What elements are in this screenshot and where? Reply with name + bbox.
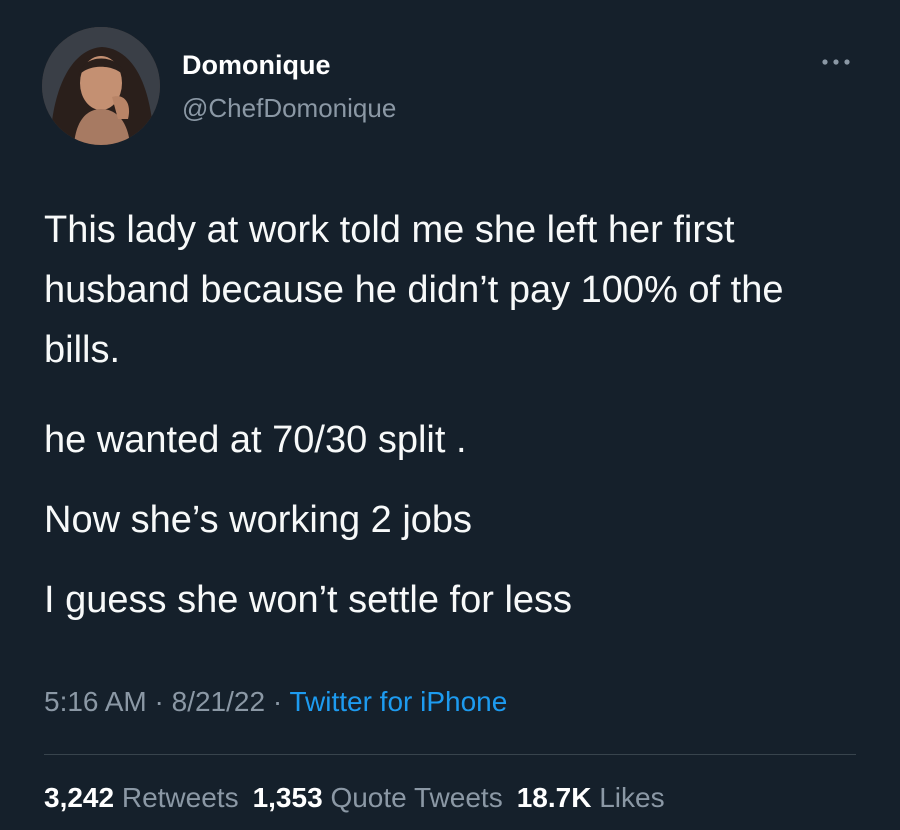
tweet-paragraph: I guess she won’t settle for less — [44, 579, 573, 621]
divider — [44, 754, 856, 755]
more-dots-icon — [822, 59, 850, 65]
avatar[interactable] — [42, 27, 160, 145]
likes-count: 18.7K — [516, 782, 592, 813]
retweets-label: Retweets — [121, 782, 239, 813]
more-options-button[interactable] — [812, 52, 860, 72]
tweet-stats: 3,242 Retweets 1,353 Quote Tweets 18.7K Li… — [44, 782, 679, 814]
quote-tweets-stat[interactable]: 1,353 Quote Tweets — [253, 782, 503, 813]
tweet-time[interactable]: 5:16 AM — [44, 686, 147, 717]
likes-stat[interactable]: 18.7K Likes — [517, 782, 665, 813]
quote-tweets-label: Quote Tweets — [330, 782, 503, 813]
tweet-card: Domonique @ChefDomonique This lady at wo… — [0, 0, 900, 830]
tweet-paragraph: Now she’s working 2 jobs — [44, 499, 473, 541]
meta-separator: · — [265, 686, 290, 717]
tweet-paragraph: he wanted at 70/30 split . — [44, 419, 467, 461]
tweet-source-link[interactable]: Twitter for iPhone — [289, 686, 507, 717]
avatar-image — [42, 27, 160, 145]
tweet-paragraph: This lady at work told me she left her f… — [44, 209, 784, 371]
meta-separator: · — [146, 686, 172, 717]
retweets-count: 3,242 — [44, 782, 115, 813]
author-name[interactable]: Domonique — [182, 50, 331, 81]
quote-tweets-count: 1,353 — [252, 782, 323, 813]
author-handle[interactable]: @ChefDomonique — [182, 93, 396, 124]
likes-label: Likes — [599, 782, 665, 813]
tweet-metadata: 5:16 AM · 8/21/22 · Twitter for iPhone — [44, 686, 507, 718]
tweet-date[interactable]: 8/21/22 — [172, 686, 265, 717]
retweets-stat[interactable]: 3,242 Retweets — [44, 782, 239, 813]
